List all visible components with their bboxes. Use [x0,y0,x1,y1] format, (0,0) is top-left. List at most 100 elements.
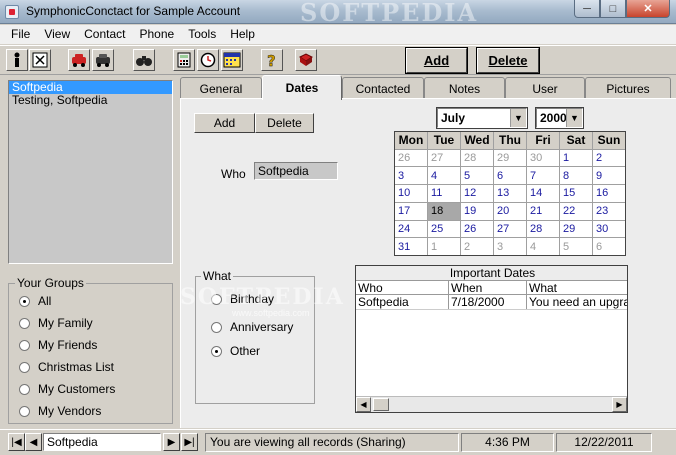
horizontal-scrollbar[interactable]: ◀ ▶ [356,396,627,412]
calendar-day[interactable]: 30 [593,220,625,238]
column-what[interactable]: What [527,281,627,294]
column-who[interactable]: Who [356,281,449,294]
calendar-day[interactable]: 4 [428,167,460,185]
menu-phone[interactable]: Phone [133,25,182,44]
delete-date-button[interactable]: Delete [255,113,314,133]
menu-contact[interactable]: Contact [77,25,132,44]
calendar-day[interactable]: 14 [527,185,559,202]
group-all[interactable]: All [19,294,51,308]
hangup-button[interactable] [92,49,114,71]
calendar-day[interactable]: 6 [593,238,625,255]
add-date-button[interactable]: Add [194,113,255,133]
calendar-day[interactable]: 2 [593,149,625,167]
calendar-day[interactable]: 1 [428,238,460,255]
calendar-day[interactable]: 5 [461,167,493,185]
menu-help[interactable]: Help [223,25,262,44]
tab-general[interactable]: General [180,77,262,99]
chevron-down-icon[interactable]: ▼ [566,109,582,127]
calendar-day[interactable]: 16 [593,185,625,202]
first-record-button[interactable]: |◀ [8,433,25,451]
calendar-day[interactable]: 10 [395,185,427,202]
calendar-day[interactable]: 30 [527,149,559,167]
calendar-day[interactable]: 26 [461,220,493,238]
close-button[interactable]: ✕ [626,0,670,18]
calendar-day[interactable]: 1 [560,149,592,167]
current-record-field[interactable]: Softpedia [43,433,161,451]
scroll-thumb[interactable] [373,398,389,411]
scroll-right-icon[interactable]: ▶ [612,397,627,412]
menu-tools[interactable]: Tools [181,25,223,44]
calendar-day[interactable]: 19 [461,202,493,220]
calendar-day[interactable]: 11 [428,185,460,202]
group-my-family[interactable]: My Family [19,316,93,330]
calendar-day[interactable]: 21 [527,202,559,220]
calendar-day[interactable]: 27 [494,220,526,238]
calendar-day[interactable]: 27 [428,149,460,167]
delete-contact-button[interactable]: Delete [476,47,540,74]
calendar-day[interactable]: 2 [461,238,493,255]
column-when[interactable]: When [449,281,527,294]
calendar-day[interactable]: 15 [560,185,592,202]
new-contact-button[interactable] [6,49,28,71]
tab-contacted[interactable]: Contacted [342,77,424,99]
calendar-day[interactable]: 17 [395,202,427,220]
next-record-button[interactable]: ▶ [163,433,180,451]
calendar-day[interactable]: 7 [527,167,559,185]
menu-file[interactable]: File [4,25,37,44]
minimize-button[interactable]: ─ [574,0,600,18]
tab-dates[interactable]: Dates [262,75,342,100]
clock-button[interactable] [197,49,219,71]
help-button[interactable]: ? [261,49,283,71]
tab-notes[interactable]: Notes [424,77,505,99]
calendar-day[interactable]: 28 [461,149,493,167]
calendar-day[interactable]: 9 [593,167,625,185]
scroll-left-icon[interactable]: ◀ [356,397,371,412]
calendar-day[interactable]: 29 [560,220,592,238]
calendar-day[interactable]: 23 [593,202,625,220]
tab-user[interactable]: User [505,77,585,99]
calendar-day[interactable]: 12 [461,185,493,202]
tab-pictures[interactable]: Pictures [585,77,671,99]
calendar-day[interactable]: 26 [395,149,427,167]
group-my-vendors[interactable]: My Vendors [19,404,101,418]
prev-record-button[interactable]: ◀ [25,433,42,451]
calendar-day[interactable]: 25 [428,220,460,238]
calculator-button[interactable] [173,49,195,71]
find-button[interactable] [133,49,155,71]
table-row[interactable]: Softpedia 7/18/2000 You need an upgrad [356,295,627,310]
calendar-day[interactable]: 8 [560,167,592,185]
close-record-button[interactable] [29,49,51,71]
chevron-down-icon[interactable]: ▼ [510,109,526,127]
calendar-day[interactable]: 3 [494,238,526,255]
contacts-list[interactable]: Softpedia Testing, Softpedia [8,80,173,264]
calendar-day[interactable]: 13 [494,185,526,202]
calendar-day-selected[interactable]: 18 [428,202,460,220]
maximize-button[interactable]: □ [600,0,626,18]
calendar-day[interactable]: 24 [395,220,427,238]
menu-view[interactable]: View [37,25,77,44]
calendar-day[interactable]: 29 [494,149,526,167]
calendar-day[interactable]: 4 [527,238,559,255]
calendar-day[interactable]: 31 [395,238,427,255]
calendar-day[interactable]: 5 [560,238,592,255]
calendar-day[interactable]: 6 [494,167,526,185]
book-button[interactable] [295,49,317,71]
group-my-customers[interactable]: My Customers [19,382,115,396]
calendar-day[interactable]: 20 [494,202,526,220]
calendar-day[interactable]: 28 [527,220,559,238]
what-anniversary[interactable]: Anniversary [211,320,293,334]
add-contact-button[interactable]: Add [405,47,468,74]
dial-button[interactable] [68,49,90,71]
what-other[interactable]: Other [211,344,260,358]
year-select[interactable]: 2000 ▼ [535,107,584,129]
group-my-friends[interactable]: My Friends [19,338,97,352]
who-field[interactable]: Softpedia [254,162,338,180]
calendar-day[interactable]: 3 [395,167,427,185]
group-christmas-list[interactable]: Christmas List [19,360,114,374]
month-select[interactable]: July ▼ [436,107,528,129]
contact-item[interactable]: Testing, Softpedia [9,94,172,107]
what-birthday[interactable]: Birthday [211,292,274,306]
calendar-day[interactable]: 22 [560,202,592,220]
last-record-button[interactable]: ▶| [181,433,198,451]
calendar-button[interactable] [221,49,243,71]
